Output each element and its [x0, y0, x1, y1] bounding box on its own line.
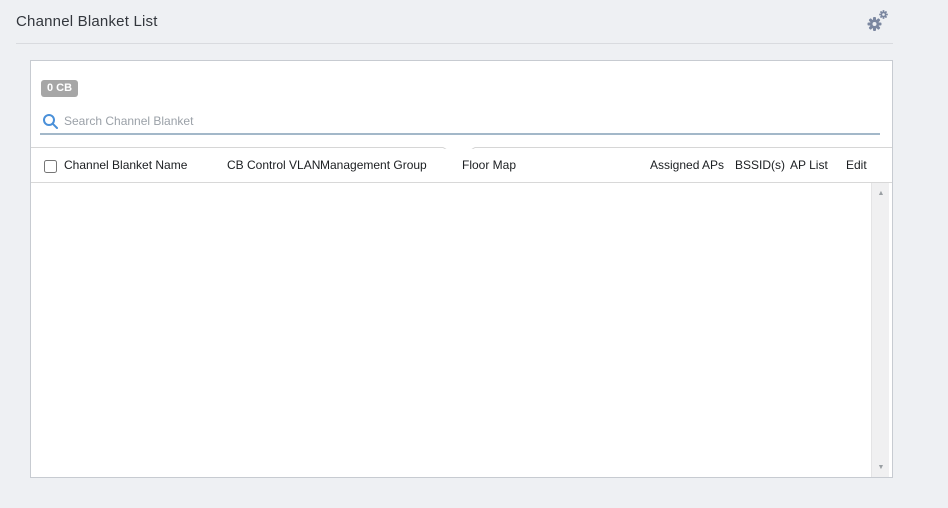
scroll-up-icon[interactable]: ▲ — [872, 187, 890, 201]
select-all-checkbox[interactable] — [44, 160, 57, 173]
search-underline — [40, 133, 880, 135]
page: Channel Blanket List — [0, 0, 948, 508]
column-header-edit[interactable]: Edit — [846, 158, 867, 172]
column-header-ap-list[interactable]: AP List — [790, 158, 828, 172]
table-header: Channel Blanket Name CB Control VLAN Man… — [31, 149, 892, 183]
page-title: Channel Blanket List — [16, 13, 158, 30]
search-input[interactable] — [64, 109, 824, 133]
settings-button[interactable] — [864, 8, 892, 36]
column-header-bssids[interactable]: BSSID(s) — [735, 158, 785, 172]
scroll-down-icon[interactable]: ▼ — [872, 461, 890, 475]
channel-blanket-panel: 0 CB Channel Blanket Name CB Control VLA… — [30, 60, 893, 478]
vertical-scrollbar[interactable]: ▲ ▼ — [871, 183, 889, 477]
search-icon — [42, 113, 59, 130]
column-header-assigned-aps[interactable]: Assigned APs — [650, 158, 724, 172]
column-header-cb-control-vlan[interactable]: CB Control VLAN — [227, 158, 320, 172]
column-header-channel-blanket-name[interactable]: Channel Blanket Name — [64, 158, 187, 172]
cb-count-badge: 0 CB — [41, 80, 78, 97]
column-header-floor-map[interactable]: Floor Map — [462, 158, 516, 172]
gear-double-icon — [865, 8, 891, 34]
header-divider — [16, 43, 893, 44]
table-body — [31, 184, 892, 477]
column-header-management-group[interactable]: Management Group — [320, 158, 427, 172]
